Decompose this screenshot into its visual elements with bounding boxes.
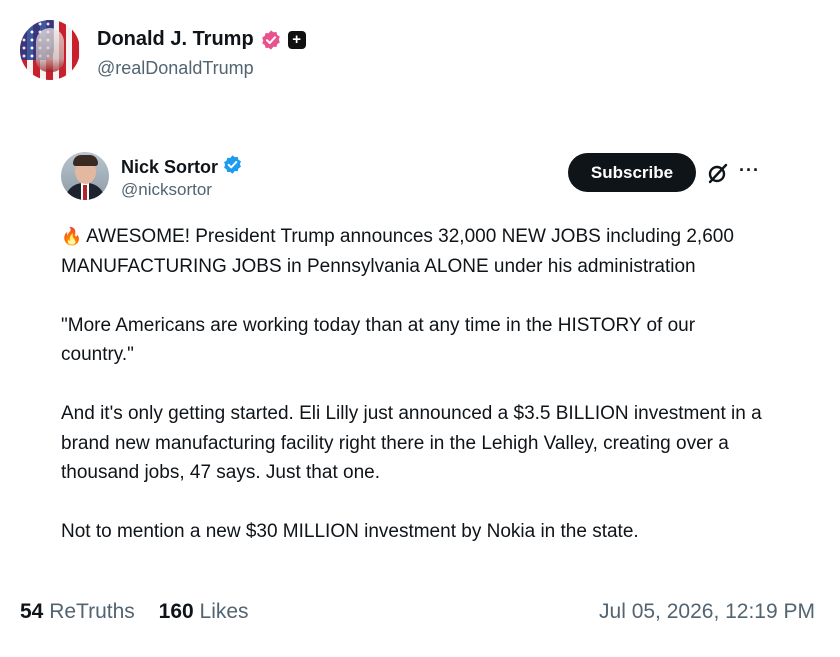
quoted-author-name-row: Nick Sortor bbox=[121, 154, 243, 180]
quoted-author-name[interactable]: Nick Sortor bbox=[121, 157, 218, 178]
post-header: Donald J. Trump + @realDonaldTrump bbox=[20, 20, 820, 82]
post-paragraph: And it's only getting started. Eli Lilly… bbox=[61, 403, 762, 483]
subscribe-button[interactable]: Subscribe bbox=[568, 153, 696, 192]
post-timestamp[interactable]: Jul 05, 2026, 12:19 PM bbox=[599, 600, 815, 624]
quoted-author-avatar[interactable] bbox=[61, 152, 109, 200]
post-paragraph: 🔥 AWESOME! President Trump announces 32,0… bbox=[61, 226, 734, 277]
author-name-row: Donald J. Trump + bbox=[97, 28, 306, 51]
author-handle[interactable]: @realDonaldTrump bbox=[97, 58, 254, 79]
retruths-label[interactable]: ReTruths bbox=[49, 600, 135, 623]
verified-badge-icon bbox=[260, 29, 282, 51]
more-options-icon[interactable]: ··· bbox=[739, 161, 760, 179]
grok-icon[interactable] bbox=[706, 161, 730, 185]
post-paragraph: "More Americans are working today than a… bbox=[61, 314, 696, 366]
plus-badge-icon: + bbox=[287, 30, 306, 49]
author-avatar[interactable] bbox=[20, 20, 80, 80]
fire-emoji-icon: 🔥 bbox=[61, 227, 83, 246]
verified-check-icon bbox=[222, 154, 243, 180]
author-name[interactable]: Donald J. Trump bbox=[97, 28, 254, 51]
quoted-post-text: 🔥 AWESOME! President Trump announces 32,0… bbox=[61, 222, 771, 547]
likes-label[interactable]: Likes bbox=[200, 600, 249, 623]
engagement-stats: 54 ReTruths 160 Likes bbox=[20, 600, 249, 624]
retruths-count[interactable]: 54 bbox=[20, 600, 43, 623]
likes-count[interactable]: 160 bbox=[159, 600, 194, 623]
post-paragraph: Not to mention a new $30 MILLION investm… bbox=[61, 521, 639, 542]
quoted-author-handle[interactable]: @nicksortor bbox=[121, 180, 212, 200]
